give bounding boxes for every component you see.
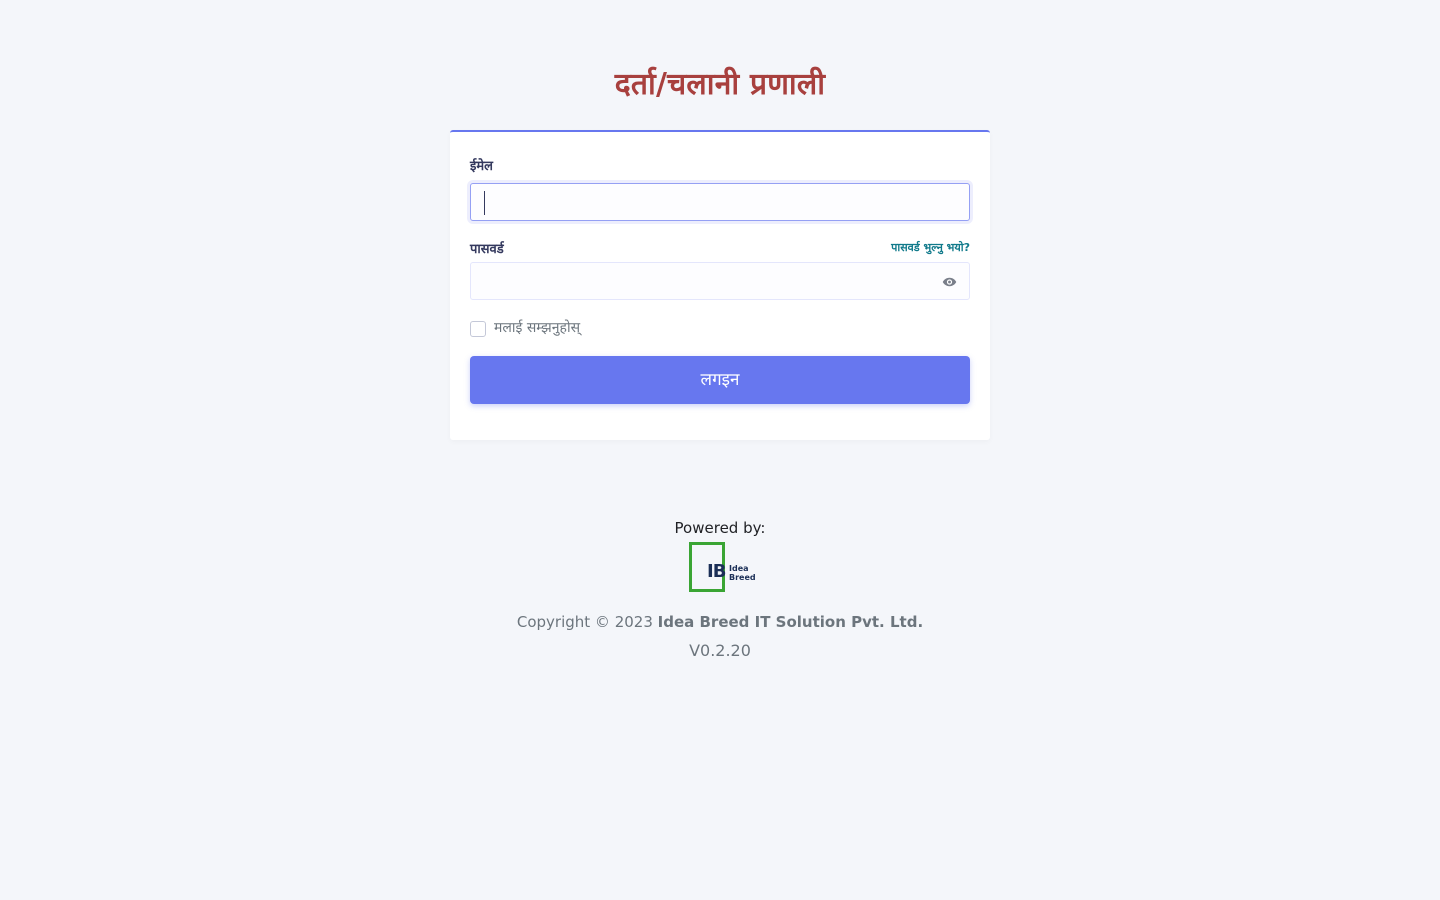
login-button[interactable]: लगइन xyxy=(470,356,970,404)
logo-word-breed: Breed xyxy=(729,573,756,582)
eye-icon[interactable] xyxy=(942,275,957,289)
company-logo: IB Idea Breed xyxy=(689,542,756,592)
text-cursor xyxy=(484,191,485,215)
remember-me-checkbox[interactable] xyxy=(470,321,486,337)
forgot-password-link[interactable]: पासवर्ड भुल्नु भयो? xyxy=(891,240,970,255)
app-version: V0.2.20 xyxy=(689,641,751,660)
remember-me-label[interactable]: मलाई सम्झनुहोस् xyxy=(494,318,580,337)
password-label: पासवर्ड xyxy=(470,242,504,257)
login-card: ईमेल पासवर्ड पासवर्ड भुल्नु भयो? मलाई सम… xyxy=(450,130,990,440)
copyright-prefix: Copyright © 2023 xyxy=(516,613,653,631)
email-input[interactable] xyxy=(470,183,970,221)
page-title: दर्ता/चलानी प्रणाली xyxy=(614,67,826,102)
logo-initials: IB xyxy=(707,561,726,582)
powered-by-text: Powered by: xyxy=(674,519,766,537)
copyright-text: Copyright © 2023 Idea Breed IT Solution … xyxy=(0,613,1440,631)
company-name: Idea Breed IT Solution Pvt. Ltd. xyxy=(657,613,924,631)
login-page: दर्ता/चलानी प्रणाली ईमेल पासवर्ड पासवर्ड… xyxy=(0,0,1440,900)
email-label: ईमेल xyxy=(470,159,493,174)
password-input[interactable] xyxy=(470,262,970,300)
logo-word-idea: Idea xyxy=(729,564,749,573)
